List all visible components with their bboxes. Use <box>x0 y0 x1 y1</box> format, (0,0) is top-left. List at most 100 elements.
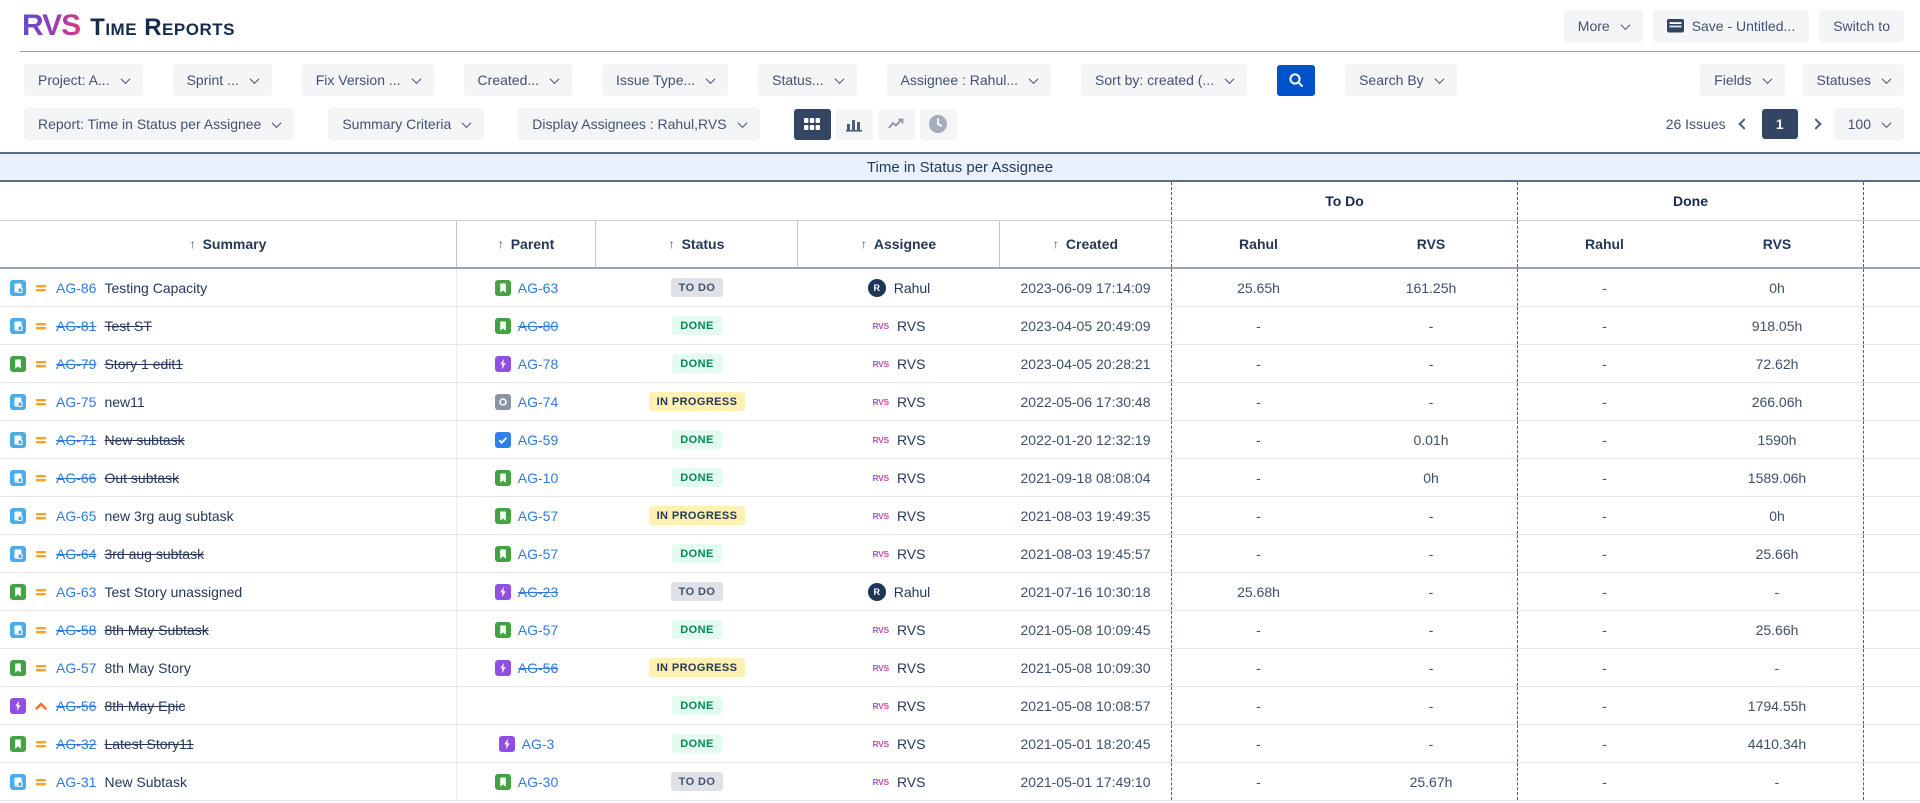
parent-key-link[interactable]: AG-30 <box>518 774 558 790</box>
time-value-cell: - <box>1256 697 1261 714</box>
time-value-cell: - <box>1602 659 1607 676</box>
parent-cell: AG-57 <box>457 535 596 572</box>
status-cell: TO DO <box>596 763 798 800</box>
time-value-cell: - <box>1602 507 1607 524</box>
parent-key-link[interactable]: AG-10 <box>518 470 558 486</box>
status-badge: IN PROGRESS <box>648 392 746 411</box>
filter-dropdown-created[interactable]: Created... <box>463 64 573 96</box>
parent-key-link[interactable]: AG-59 <box>518 432 558 448</box>
issue-key-link[interactable]: AG-64 <box>56 546 96 562</box>
bar-chart-view-button[interactable] <box>835 108 873 140</box>
column-header-assignee[interactable]: ↑ Assignee <box>798 221 1000 267</box>
priority-medium-icon <box>34 547 48 561</box>
story-icon <box>10 583 26 600</box>
parent-key-link[interactable]: AG-74 <box>518 394 558 410</box>
priority-medium-icon <box>34 281 48 295</box>
column-header-status[interactable]: ↑ Status <box>596 221 798 267</box>
filter-dropdown-fix-version[interactable]: Fix Version ... <box>301 64 434 96</box>
switch-to-button[interactable]: Switch to <box>1819 10 1904 42</box>
previous-page-icon[interactable] <box>1737 118 1750 130</box>
issue-key-link[interactable]: AG-79 <box>56 356 96 372</box>
filter-dropdown-label: Created... <box>477 72 540 88</box>
search-button[interactable] <box>1277 64 1316 96</box>
issue-row-ag-56: AG-56 8th May Epic DONE RVS RVS 2021-05-08 10… <box>0 687 1920 725</box>
issue-summary: Test Story unassigned <box>104 583 243 600</box>
time-view-button[interactable] <box>919 108 957 140</box>
created-cell: 2021-08-03 19:45:57 <box>1000 535 1172 572</box>
filter-dropdown-statuses[interactable]: Statuses <box>1802 64 1904 96</box>
avatar: R <box>867 582 886 601</box>
parent-key-link[interactable]: AG-63 <box>518 280 558 296</box>
page-size-dropdown[interactable]: 100 <box>1833 108 1904 140</box>
column-header-parent[interactable]: ↑ Parent <box>457 221 596 267</box>
issue-key-link[interactable]: AG-71 <box>56 432 96 448</box>
filter-dropdown-display-assignees[interactable]: Display Assignees : Rahul,RVS <box>518 108 760 140</box>
filter-dropdown-sort-by[interactable]: Sort by: created (... <box>1081 64 1248 96</box>
time-value-cell: - <box>1602 355 1607 372</box>
status-cell: TO DO <box>596 269 798 306</box>
issue-key-link[interactable]: AG-32 <box>56 736 96 752</box>
issue-key-link[interactable]: AG-81 <box>56 318 96 334</box>
more-button[interactable]: More <box>1563 10 1643 42</box>
row-trailing-cell <box>1864 649 1920 686</box>
table-view-button[interactable] <box>793 108 831 140</box>
priority-medium-icon <box>34 395 48 409</box>
filter-dropdown-status[interactable]: Status... <box>758 64 857 96</box>
parent-key-link[interactable]: AG-57 <box>518 508 558 524</box>
summary-cell: AG-79 Story 1 edit1 <box>0 345 457 382</box>
sort-ascending-icon: ↑ <box>668 237 675 251</box>
filter-dropdown-issue-type[interactable]: Issue Type... <box>602 64 729 96</box>
save-button[interactable]: Save - Untitled... <box>1652 10 1810 42</box>
priority-medium-icon <box>34 471 48 485</box>
issue-key-link[interactable]: AG-65 <box>56 508 96 524</box>
column-header-created[interactable]: ↑ Created <box>1000 221 1172 267</box>
issue-key-link[interactable]: AG-58 <box>56 622 96 638</box>
next-page-icon[interactable] <box>1809 118 1822 130</box>
filter-dropdown-sprint[interactable]: Sprint ... <box>172 64 272 96</box>
rvs-avatar-icon: RVS <box>872 320 890 331</box>
parent-key-link[interactable]: AG-78 <box>518 356 558 372</box>
parent-key-link[interactable]: AG-80 <box>518 318 558 334</box>
issue-key-link[interactable]: AG-86 <box>56 280 96 296</box>
issue-key-link[interactable]: AG-31 <box>56 774 96 790</box>
save-button-label: Save - Untitled... <box>1691 18 1796 34</box>
assignee-cell: RVS RVS <box>798 459 1000 496</box>
current-page-button[interactable]: 1 <box>1761 109 1798 139</box>
parent-key-link[interactable]: AG-3 <box>522 736 555 752</box>
group-header-todo: To Do <box>1172 182 1518 220</box>
subtask-icon <box>10 469 26 486</box>
parent-cell: AG-59 <box>457 421 596 458</box>
assignee-cell: RVS RVS <box>798 421 1000 458</box>
time-value-cell: - <box>1256 621 1261 638</box>
search-by-dropdown[interactable]: Search By <box>1345 64 1457 96</box>
issue-row-ag-66: AG-66 Out subtask AG-10 DONE RVS RVS 2021-09-1… <box>0 459 1920 497</box>
priority-medium-icon <box>34 585 48 599</box>
issue-key-link[interactable]: AG-66 <box>56 470 96 486</box>
filter-dropdown-report[interactable]: Report: Time in Status per Assignee <box>24 108 295 140</box>
parent-key-link[interactable]: AG-56 <box>518 660 558 676</box>
parent-cell: AG-80 <box>457 307 596 344</box>
filter-dropdown-summary-criteria[interactable]: Summary Criteria <box>328 108 485 140</box>
issue-key-link[interactable]: AG-56 <box>56 698 96 714</box>
time-value-cell: - <box>1256 507 1261 524</box>
value-column-header-done-rahul: Rahul <box>1518 221 1691 267</box>
issue-key-link[interactable]: AG-57 <box>56 660 96 676</box>
time-value-cell: - <box>1602 317 1607 334</box>
issue-key-link[interactable]: AG-63 <box>56 584 96 600</box>
time-value-cell: - <box>1602 431 1607 448</box>
parent-key-link[interactable]: AG-57 <box>518 622 558 638</box>
filter-dropdown-project[interactable]: Project: A... <box>24 64 143 96</box>
parent-cell: AG-74 <box>457 383 596 420</box>
filter-dropdown-assignee[interactable]: Assignee : Rahul... <box>886 64 1052 96</box>
issue-summary: 3rd aug subtask <box>104 545 205 562</box>
parent-key-link[interactable]: AG-23 <box>518 584 558 600</box>
issue-key-link[interactable]: AG-75 <box>56 394 96 410</box>
filter-dropdown-fields[interactable]: Fields <box>1700 64 1785 96</box>
column-header-summary[interactable]: ↑ Summary <box>0 221 457 267</box>
app-header: RVS Time Reports More Save - Untitled...… <box>0 0 1920 52</box>
sort-ascending-icon: ↑ <box>1052 237 1059 251</box>
parent-key-link[interactable]: AG-57 <box>518 546 558 562</box>
status-badge: DONE <box>672 316 722 335</box>
line-chart-view-button[interactable] <box>877 108 915 140</box>
issue-summary: 8th May Subtask <box>104 621 209 638</box>
